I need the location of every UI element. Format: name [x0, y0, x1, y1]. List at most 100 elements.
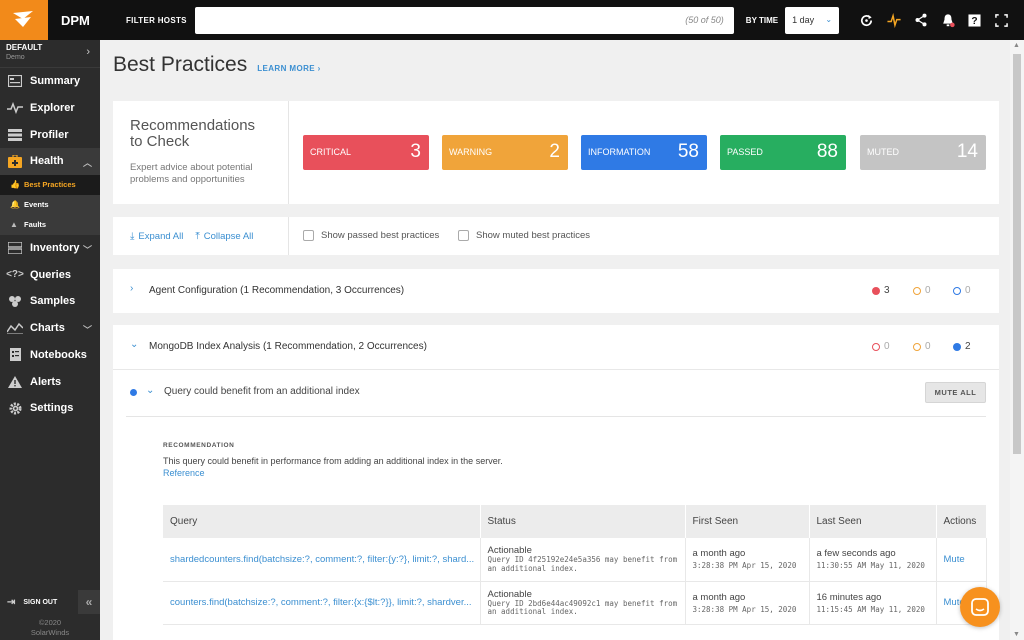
notifications-bell-icon[interactable] [934, 0, 961, 40]
sidebar-item-samples[interactable]: Samples [0, 288, 100, 315]
time-range-select[interactable]: 1 day ⌄ [785, 6, 840, 34]
sidebar-item-explorer[interactable]: Explorer [0, 95, 100, 122]
chevron-down-icon[interactable]: ⌄ [130, 339, 138, 350]
sidebar-item-health[interactable]: Health ︿ [0, 148, 100, 175]
sidebar-item-settings[interactable]: Settings [0, 395, 100, 422]
stat-warning-button[interactable]: WARNING 2 [442, 135, 568, 170]
sidebar-subitem-events[interactable]: 🔔 Events [0, 194, 100, 215]
info-dot-icon [953, 286, 961, 295]
top-bar: DPM FILTER HOSTS (50 of 50) BY TIME 1 da… [0, 0, 1024, 40]
stat-label: MUTED [867, 147, 899, 157]
sidebar-item-label: Samples [30, 295, 76, 308]
page-scrollbar[interactable]: ▲ ▼ [1010, 40, 1024, 640]
show-passed-checkbox[interactable]: Show passed best practices [303, 230, 439, 241]
sidebar-item-label: Health [30, 155, 64, 168]
help-icon[interactable]: ? [961, 0, 988, 40]
critical-count-value: 0 [884, 341, 890, 352]
info-count: 0 [953, 285, 971, 296]
sidebar-item-inventory[interactable]: Inventory ﹀ [0, 235, 100, 262]
column-header-actions: Actions [936, 505, 987, 538]
chat-launcher-button[interactable] [960, 587, 1000, 627]
pulse-icon [6, 101, 24, 115]
first-seen-timestamp: 3:28:38 PM Apr 15, 2020 [692, 561, 797, 571]
sign-out-label: SIGN OUT [23, 598, 58, 606]
sidebar: DEFAULT Demo › Summary Explorer Profiler… [0, 40, 100, 640]
reference-link[interactable]: Reference [163, 468, 205, 478]
expand-all-button[interactable]: ⤓ Expand All [130, 231, 183, 242]
column-header-query[interactable]: Query [163, 505, 481, 538]
collapse-sidebar-icon[interactable]: « [78, 590, 100, 614]
chevron-up-icon: ︿ [82, 158, 92, 169]
stat-muted-button[interactable]: MUTED 14 [860, 135, 986, 170]
learn-more-link[interactable]: LEARN MORE › [257, 64, 320, 73]
scroll-up-arrow-icon[interactable]: ▲ [1013, 42, 1020, 49]
column-header-first-seen[interactable]: First Seen [685, 505, 810, 538]
info-dot-icon [130, 389, 137, 396]
critical-dot-icon [872, 342, 880, 351]
filter-count: (50 of 50) [685, 14, 724, 25]
critical-count: 3 [872, 285, 890, 296]
refresh-icon[interactable] [853, 0, 880, 40]
expand-all-icon: ⤓ [130, 230, 135, 242]
first-seen-cell: a month ago 3:28:38 PM Apr 15, 2020 [685, 581, 810, 625]
stat-value: 3 [410, 141, 421, 162]
column-header-last-seen[interactable]: Last Seen [809, 505, 937, 538]
collapse-all-button[interactable]: ⤒ Collapse All [195, 231, 253, 242]
main-content: Best Practices LEARN MORE › Recommendati… [100, 40, 1010, 640]
stat-passed-button[interactable]: PASSED 88 [720, 135, 846, 170]
show-muted-label: Show muted best practices [476, 230, 591, 241]
group-row-agent-configuration[interactable]: › Agent Configuration (1 Recommendation,… [113, 269, 999, 313]
recommendations-title-line: Recommendations [130, 117, 256, 134]
fullscreen-icon[interactable] [988, 0, 1015, 40]
stat-label: INFORMATION [588, 147, 651, 157]
show-passed-label: Show passed best practices [321, 230, 440, 241]
sidebar-subitem-faults[interactable]: ▲ Faults [0, 214, 100, 235]
sidebar-item-notebooks[interactable]: Notebooks [0, 342, 100, 369]
table-header-row: Query Status First Seen Last Seen Action… [163, 505, 987, 538]
sidebar-item-summary[interactable]: Summary [0, 68, 100, 95]
stat-critical-button[interactable]: CRITICAL 3 [303, 135, 429, 170]
checkbox-box[interactable] [458, 230, 469, 241]
last-seen-timestamp: 11:30:55 AM May 11, 2020 [816, 561, 925, 571]
sidebar-item-alerts[interactable]: Alerts [0, 368, 100, 395]
health-icon [6, 154, 24, 168]
recommendation-row[interactable]: ⌄ Query could benefit from an additional… [113, 370, 999, 416]
time-range-value: 1 day [792, 15, 815, 25]
solarwinds-logo[interactable] [0, 0, 48, 40]
column-header-status[interactable]: Status [480, 505, 686, 538]
checkbox-box[interactable] [303, 230, 314, 241]
query-link[interactable]: counters.find(batchsize:?, comment:?, fi… [163, 581, 481, 625]
org-switcher[interactable]: DEFAULT Demo › [0, 40, 100, 68]
chevron-right-icon[interactable]: › [130, 283, 133, 294]
group-row-mongodb-index-analysis[interactable]: ⌄ MongoDB Index Analysis (1 Recommendati… [113, 325, 999, 369]
chevron-down-icon: ﹀ [82, 324, 92, 335]
first-seen-timestamp: 3:28:38 PM Apr 15, 2020 [692, 604, 797, 614]
show-muted-checkbox[interactable]: Show muted best practices [458, 230, 590, 241]
stat-information-button[interactable]: INFORMATION 58 [581, 135, 707, 170]
scroll-down-arrow-icon[interactable]: ▼ [1013, 631, 1020, 638]
filter-hosts-label: FILTER HOSTS [126, 15, 187, 25]
filter-hosts-input[interactable]: (50 of 50) [194, 6, 734, 34]
info-count-value: 2 [965, 341, 971, 352]
scrollbar-thumb[interactable] [1013, 54, 1021, 454]
collapse-all-icon: ⤒ [195, 230, 200, 242]
sidebar-item-charts[interactable]: Charts ﹀ [0, 315, 100, 342]
sidebar-subitem-best-practices[interactable]: 👍 Best Practices [0, 174, 100, 195]
recommendation-detail: ⌄ Query could benefit from an additional… [113, 369, 999, 640]
chevron-down-icon[interactable]: ⌄ [146, 385, 154, 396]
sidebar-item-profiler[interactable]: Profiler [0, 121, 100, 148]
first-seen-relative: a month ago [692, 548, 746, 560]
activity-icon[interactable] [880, 0, 907, 40]
copyright: ©2020 SolarWinds [0, 618, 100, 638]
sign-out-button[interactable]: ⇥ SIGN OUT « [0, 590, 100, 614]
mute-all-button[interactable]: MUTE ALL [925, 382, 986, 403]
collapse-all-label: Collapse All [203, 230, 254, 242]
sidebar-item-label: Explorer [30, 102, 75, 115]
sidebar-item-queries[interactable]: <?> Queries [0, 261, 100, 288]
chevron-down-icon: ﹀ [82, 244, 92, 255]
warning-dot-icon [913, 286, 921, 295]
svg-text:?: ? [971, 16, 977, 27]
query-link[interactable]: shardedcounters.find(batchsize:?, commen… [163, 538, 481, 582]
share-icon[interactable] [907, 0, 934, 40]
mute-button[interactable]: Mute [936, 538, 987, 582]
